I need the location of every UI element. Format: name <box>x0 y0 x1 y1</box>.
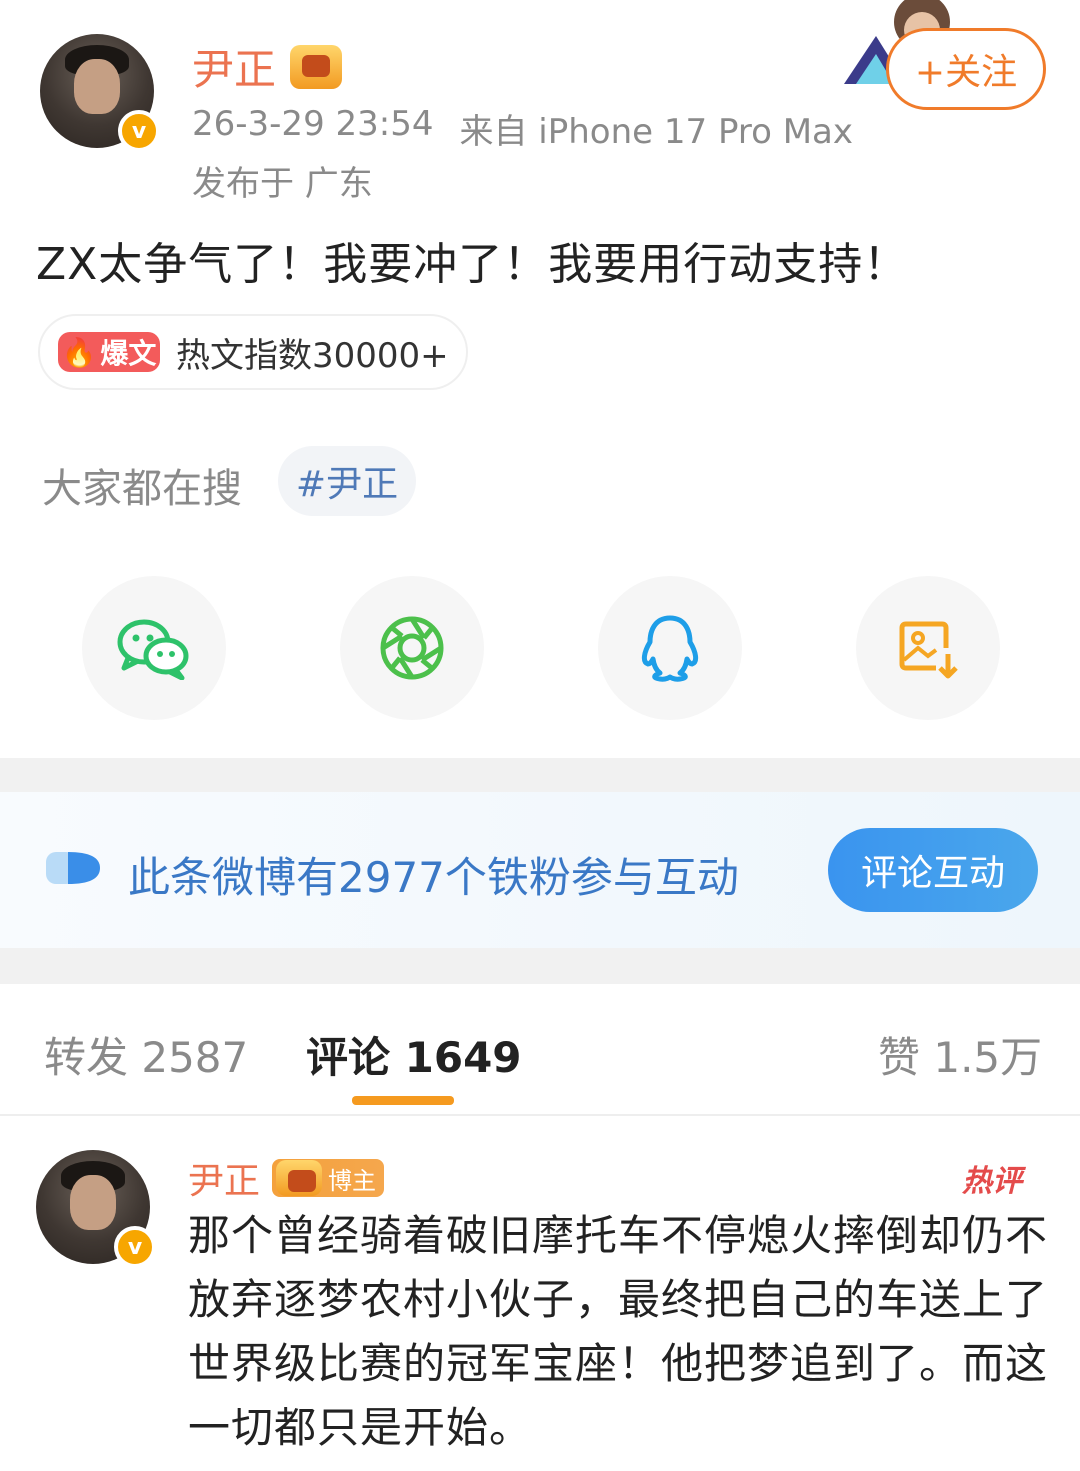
tab-repost[interactable]: 转发 2587 <box>44 1024 248 1085</box>
post-timestamp: 26-3-29 23:54 <box>192 104 434 144</box>
hot-review-label: 热评 <box>962 1164 1022 1199</box>
verified-badge-icon: v <box>118 110 160 152</box>
share-moments-button[interactable] <box>340 576 484 720</box>
wechat-icon <box>117 619 189 680</box>
share-wechat-button[interactable] <box>82 576 226 720</box>
tab-comment[interactable]: 评论 1649 <box>306 1024 522 1085</box>
trending-search-label: 大家都在搜 <box>42 466 242 512</box>
commenter-avatar[interactable]: v <box>36 1150 156 1268</box>
comment-interaction-button[interactable]: 评论互动 <box>828 828 1038 912</box>
fan-interaction-text: 此条微博有2977个铁粉参与互动 <box>128 853 739 902</box>
post-text: ZX太争气了！我要冲了！我要用行动支持！ <box>36 239 909 290</box>
crown-badge-icon <box>290 44 343 89</box>
commenter-name[interactable]: 尹正 <box>188 1152 260 1204</box>
blogger-badge: 博主 <box>272 1159 385 1197</box>
tab-like[interactable]: 赞 1.5万 <box>878 1024 1042 1085</box>
tabs-bottom-divider <box>0 1114 1080 1116</box>
crown-badge-icon <box>276 1160 323 1196</box>
share-qq-button[interactable] <box>598 576 742 720</box>
verified-badge-icon: v <box>114 1226 156 1268</box>
fans-icon <box>46 852 100 884</box>
moments-icon <box>380 616 444 680</box>
tab-active-indicator <box>352 1096 454 1105</box>
hot-index-pill[interactable]: 🔥 爆文 热文指数30000+ <box>38 314 468 390</box>
fan-interaction-banner: 此条微博有2977个铁粉参与互动 评论互动 <box>0 792 1080 948</box>
qq-icon <box>641 615 699 682</box>
save-image-button[interactable] <box>856 576 1000 720</box>
save-image-icon <box>899 621 958 679</box>
author-avatar[interactable]: v <box>40 34 160 152</box>
hot-article-badge: 🔥 爆文 <box>58 332 160 372</box>
post-location: 发布于 广东 <box>192 164 373 204</box>
hot-index-text: 热文指数30000+ <box>176 335 449 376</box>
author-name[interactable]: 尹正 <box>192 36 276 97</box>
comment-text: 那个曾经骑着破旧摩托车不停熄火摔倒却仍不放弃逐梦农村小伙子，最终把自己的车送上了… <box>188 1211 1049 1452</box>
follow-button[interactable]: +关注 <box>886 28 1046 110</box>
fire-icon: 🔥 <box>61 335 97 369</box>
post-source: 来自 iPhone 17 Pro Max <box>459 112 854 152</box>
trending-tag-chip[interactable]: #尹正 <box>278 446 416 516</box>
